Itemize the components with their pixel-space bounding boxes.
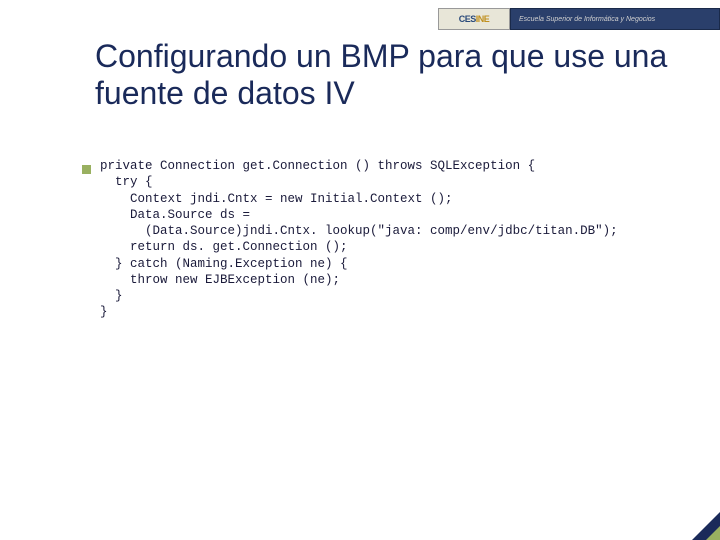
logo-accent: INE <box>476 14 490 24</box>
tagline: Escuela Superior de Informática y Negoci… <box>510 8 720 30</box>
corner-decoration <box>692 512 720 540</box>
logo-prefix: CES <box>459 14 476 24</box>
code-block: private Connection get.Connection () thr… <box>100 158 618 321</box>
logo: CESINE <box>438 8 510 30</box>
header-bar: CESINE Escuela Superior de Informática y… <box>438 8 720 30</box>
slide-title: Configurando un BMP para que use una fue… <box>95 38 680 112</box>
bullet-icon <box>82 165 91 174</box>
